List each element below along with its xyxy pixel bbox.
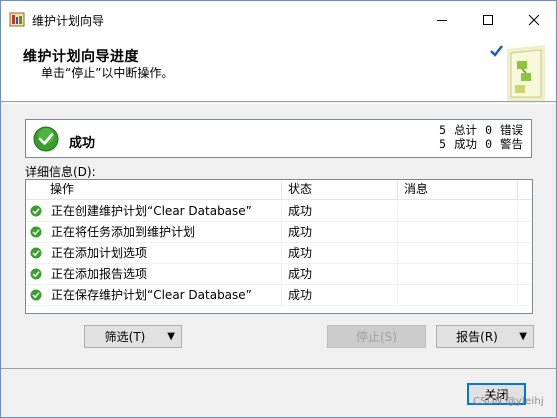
success-check-icon [30,247,42,259]
total-label: 总计 [454,123,478,137]
report-button[interactable]: 报告(R) ▼ [436,325,534,348]
footer-divider [1,368,556,369]
details-label: 详细信息(D): [25,165,96,179]
window-title: 维护计划向导 [32,14,105,28]
success-check-icon [30,268,42,280]
maximize-button[interactable] [465,1,511,38]
success-check-icon [33,126,59,152]
minimize-icon [437,19,447,21]
success-check-icon [30,289,42,301]
close-window-button[interactable] [511,1,556,38]
status-text: 成功 [69,136,96,151]
details-list[interactable]: 操作 状态 消息 正在创建维护计划“Clear Database” 成功 正在将… [25,179,533,314]
operation-cell: 正在添加报告选项 [46,263,282,285]
total-count: 5 [439,123,447,137]
list-rows: 正在创建维护计划“Clear Database” 成功 正在将任务添加到维护计划… [26,200,532,306]
message-cell [398,284,518,306]
filter-button[interactable]: 筛选(T) ▼ [84,325,182,348]
success-count: 5 [439,137,447,151]
column-header-operation[interactable]: 操作 [46,180,282,200]
status-cell: 成功 [282,284,398,306]
operation-cell: 正在将任务添加到维护计划 [46,221,282,243]
report-button-label: 报告(R) [456,330,498,344]
status-cell: 成功 [282,242,398,264]
operation-cell: 正在添加计划选项 [46,242,282,264]
column-header-icon[interactable] [26,180,46,200]
warning-label: 警告 [500,137,523,151]
wizard-window: 维护计划向导 维护计划向导进度 单击“停止”以中断操作。 成功 5 总计 0 错… [0,0,557,418]
dropdown-arrow-icon: ▼ [519,331,527,342]
wizard-app-icon [9,12,25,27]
error-count: 0 [485,123,492,137]
success-check-icon [30,205,42,217]
operation-cell: 正在创建维护计划“Clear Database” [46,200,282,222]
close-icon [528,14,540,25]
status-cell: 成功 [282,200,398,222]
operation-cell: 正在保存维护计划“Clear Database” [46,284,282,306]
title-bar: 维护计划向导 [1,1,556,38]
wizard-header: 维护计划向导进度 单击“停止”以中断操作。 [1,38,556,102]
status-counts: 5 总计 0 错误 5 成功 0 警告 [439,123,523,151]
wizard-banner-icon [490,45,545,101]
status-cell: 成功 [282,221,398,243]
list-item[interactable]: 正在创建维护计划“Clear Database” 成功 [26,200,532,222]
list-header: 操作 状态 消息 [26,180,532,200]
message-cell [398,242,518,264]
stop-button-label: 停止(S) [356,330,397,344]
stop-button[interactable]: 停止(S) [327,325,426,348]
status-cell: 成功 [282,263,398,285]
list-item[interactable]: 正在添加报告选项 成功 [26,263,532,285]
list-item[interactable]: 正在保存维护计划“Clear Database” 成功 [26,284,532,306]
watermark: CSDN @yleihj [473,396,544,407]
column-header-status[interactable]: 状态 [282,180,398,200]
success-check-icon [30,226,42,238]
dropdown-arrow-icon: ▼ [167,331,175,342]
success-label: 成功 [454,137,478,151]
page-title: 维护计划向导进度 [23,49,139,65]
message-cell [398,200,518,222]
column-header-message[interactable]: 消息 [398,180,518,200]
header-divider [1,103,556,104]
filter-button-label: 筛选(T) [104,330,146,344]
page-subtitle: 单击“停止”以中断操作。 [41,66,174,80]
status-panel: 成功 5 总计 0 错误 5 成功 0 警告 [25,119,532,158]
message-cell [398,263,518,285]
maximize-icon [483,14,493,25]
message-cell [398,221,518,243]
minimize-button[interactable] [419,1,465,38]
warning-count: 0 [485,137,492,151]
error-label: 错误 [500,123,523,137]
list-item[interactable]: 正在将任务添加到维护计划 成功 [26,221,532,243]
list-item[interactable]: 正在添加计划选项 成功 [26,242,532,264]
